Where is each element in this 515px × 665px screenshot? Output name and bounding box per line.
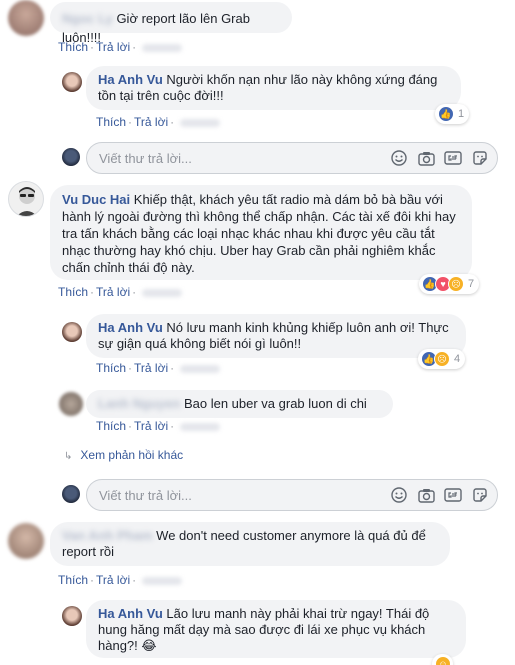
reply-actions: Thích · Trả lời · — [96, 115, 221, 129]
reply-button[interactable]: Trả lời — [96, 285, 130, 299]
reaction-summary[interactable]: 👍 ♥ ☹ 7 — [419, 274, 480, 294]
reply-input-placeholder: Viết thư trả lời... — [99, 151, 192, 166]
reply-button[interactable]: Trả lời — [96, 573, 130, 587]
reply-author[interactable]: Ha Anh Vu — [98, 320, 163, 335]
emoji-icon[interactable] — [390, 486, 408, 504]
reply-input[interactable]: Viết thư trả lời... — [86, 142, 498, 174]
timestamp[interactable] — [180, 118, 221, 127]
reaction-summary[interactable]: 👍 1 — [435, 104, 470, 124]
avatar[interactable] — [62, 606, 82, 626]
reply-author[interactable]: Lanh Nguyen — [98, 396, 180, 411]
avatar[interactable] — [62, 322, 82, 342]
like-button[interactable]: Thích — [58, 573, 88, 587]
reply-arrow-icon: ↳ — [64, 451, 73, 462]
sticker-icon[interactable] — [471, 149, 489, 167]
haha-reaction-icon: ☺ — [435, 656, 451, 665]
reply-bubble: Ha Anh Vu Người khốn nạn như lão này khô… — [86, 66, 461, 110]
reply-button[interactable]: Trả lời — [96, 40, 130, 54]
reply-bubble: Lanh Nguyen Bao len uber va grab luon di… — [86, 390, 393, 418]
timestamp[interactable] — [142, 576, 183, 585]
sad-reaction-icon: ☹ — [448, 276, 464, 292]
reply-input-placeholder: Viết thư trả lời... — [99, 488, 192, 503]
comment-bubble: Ngoc Ly Giờ report lão lên Grab luôn!!!! — [50, 2, 292, 45]
comment-author[interactable]: Van Anh Pham — [62, 528, 153, 543]
more-replies-label: Xem phản hồi khác — [80, 448, 184, 462]
reply-author[interactable]: Ha Anh Vu — [98, 606, 163, 621]
reply-bubble: Ha Anh Vu Lão lưu manh này phải khai trừ… — [86, 600, 466, 658]
timestamp[interactable] — [180, 364, 221, 373]
like-button[interactable]: Thích — [58, 285, 88, 299]
avatar[interactable] — [8, 181, 44, 217]
comment-bubble: Vu Duc Hai Khiếp thật, khách yêu tất rad… — [50, 185, 472, 280]
reaction-count: 7 — [468, 278, 475, 290]
comment-actions: Thích · Trả lời · — [58, 40, 183, 54]
avatar[interactable] — [8, 523, 44, 559]
current-user-avatar — [62, 148, 80, 166]
reply-text: Bao len uber va grab luon di chi — [183, 396, 367, 411]
reply-actions: Thích · Trả lời · — [96, 419, 221, 433]
camera-icon[interactable] — [417, 486, 435, 504]
comment-bubble: Van Anh Pham We don't need customer anym… — [50, 522, 450, 566]
gif-icon[interactable] — [444, 149, 462, 167]
gif-icon[interactable] — [444, 486, 462, 504]
like-button[interactable]: Thích — [96, 419, 126, 433]
comment-author[interactable]: Ngoc Ly — [62, 11, 113, 26]
reply-author[interactable]: Ha Anh Vu — [98, 72, 163, 87]
reply-button[interactable]: Trả lời — [134, 361, 168, 375]
current-user-avatar — [62, 485, 80, 503]
like-button[interactable]: Thích — [58, 40, 88, 54]
like-reaction-icon: 👍 — [438, 106, 454, 122]
timestamp[interactable] — [142, 43, 183, 52]
avatar[interactable] — [8, 0, 44, 36]
comment-actions: Thích · Trả lời · — [58, 573, 183, 587]
like-button[interactable]: Thích — [96, 115, 126, 129]
camera-icon[interactable] — [417, 149, 435, 167]
reaction-count: 4 — [454, 353, 461, 365]
sad-reaction-icon: ☹ — [434, 351, 450, 367]
reply-bubble: Ha Anh Vu Nó lưu manh kinh khủng khiếp l… — [86, 314, 466, 358]
like-button[interactable]: Thích — [96, 361, 126, 375]
reaction-count: 1 — [458, 108, 465, 120]
comment-actions: Thích · Trả lời · — [58, 285, 183, 299]
avatar[interactable] — [59, 392, 83, 416]
reply-input[interactable]: Viết thư trả lời... — [86, 479, 498, 511]
reaction-summary[interactable]: 👍 ☹ 4 — [418, 349, 466, 369]
more-replies-link[interactable]: ↳ Xem phản hồi khác — [64, 448, 183, 462]
reply-button[interactable]: Trả lời — [134, 419, 168, 433]
avatar[interactable] — [62, 72, 82, 92]
emoji-icon[interactable] — [390, 149, 408, 167]
comment-author[interactable]: Vu Duc Hai — [62, 192, 130, 207]
timestamp[interactable] — [142, 288, 183, 297]
timestamp[interactable] — [180, 422, 221, 431]
reply-actions: Thích · Trả lời · — [96, 361, 221, 375]
reply-button[interactable]: Trả lời — [134, 115, 168, 129]
sticker-icon[interactable] — [471, 486, 489, 504]
